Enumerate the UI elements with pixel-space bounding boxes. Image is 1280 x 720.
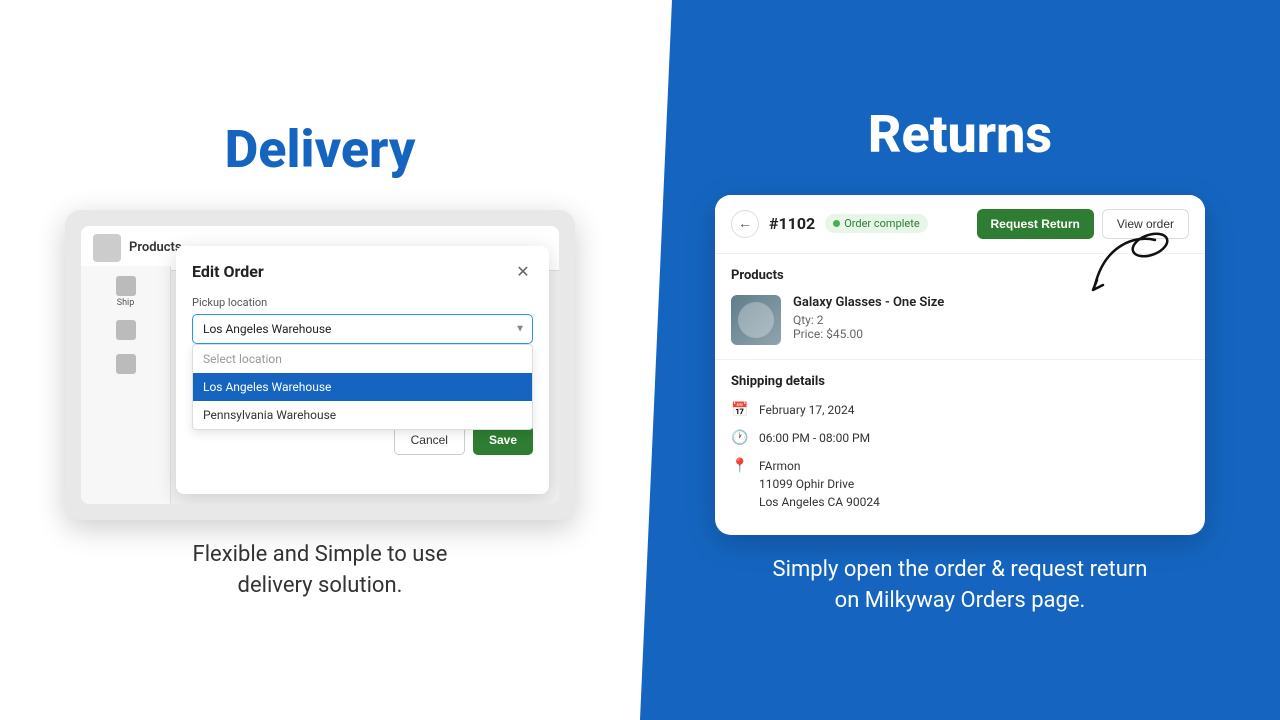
product-name: Galaxy Glasses - One Size bbox=[793, 295, 1189, 310]
shipping-heading: Shipping details bbox=[731, 374, 1189, 389]
shipping-address1: 11099 Ophir Drive bbox=[759, 475, 880, 493]
delivery-title: Delivery bbox=[225, 119, 416, 180]
header-actions: Request Return View order bbox=[977, 209, 1189, 239]
shipping-name: FArmon bbox=[759, 457, 880, 475]
right-panel: Returns ← #1102 Order complete Request R… bbox=[640, 0, 1280, 720]
shipping-date-row: 📅 February 17, 2024 bbox=[731, 401, 1189, 419]
shipping-address-row: 📍 FArmon 11099 Ophir Drive Los Angeles C… bbox=[731, 457, 1189, 511]
sidebar-item-2 bbox=[116, 320, 136, 342]
products-label: Products bbox=[129, 240, 182, 255]
delivery-desc-line2: delivery solution. bbox=[238, 573, 403, 598]
order-card: ← #1102 Order complete Request Return Vi… bbox=[715, 195, 1205, 535]
close-button[interactable]: ✕ bbox=[513, 262, 533, 282]
back-arrow-icon: ← bbox=[738, 215, 752, 232]
ship-icon bbox=[116, 276, 136, 296]
products-thumb bbox=[93, 234, 121, 262]
delivery-desc: Flexible and Simple to use delivery solu… bbox=[193, 540, 448, 602]
left-panel: Delivery Products Ship bbox=[0, 0, 640, 720]
status-text: Order complete bbox=[844, 217, 919, 230]
dropdown-item-pa[interactable]: Pennsylvania Warehouse bbox=[193, 401, 532, 429]
sidebar-icon-2 bbox=[116, 320, 136, 340]
pickup-label: Pickup location bbox=[192, 296, 533, 309]
status-dot-icon bbox=[833, 220, 840, 227]
delivery-desc-line1: Flexible and Simple to use bbox=[193, 542, 448, 567]
dropdown-item-la[interactable]: Los Angeles Warehouse bbox=[193, 373, 532, 401]
returns-desc-line2: on Milkyway Orders page. bbox=[835, 588, 1086, 613]
request-return-button[interactable]: Request Return bbox=[977, 209, 1094, 239]
sidebar-icon-3 bbox=[116, 354, 136, 374]
shipping-time-row: 🕐 06:00 PM - 08:00 PM bbox=[731, 429, 1189, 447]
edit-order-modal: Edit Order ✕ Pickup location Los Angeles… bbox=[176, 246, 549, 494]
products-heading: Products bbox=[731, 268, 1189, 283]
shipping-date: February 17, 2024 bbox=[759, 401, 854, 419]
shipping-section: Shipping details 📅 February 17, 2024 🕐 0… bbox=[715, 360, 1205, 535]
product-price: Price: $45.00 bbox=[793, 327, 1189, 341]
dropdown-item-placeholder[interactable]: Select location bbox=[193, 345, 532, 373]
calendar-icon: 📅 bbox=[731, 402, 749, 418]
modal-header: Edit Order ✕ bbox=[192, 262, 533, 282]
order-number: #1102 bbox=[769, 214, 815, 233]
shipping-time: 06:00 PM - 08:00 PM bbox=[759, 429, 870, 447]
pickup-dropdown: Select location Los Angeles Warehouse Pe… bbox=[192, 344, 533, 430]
view-order-button[interactable]: View order bbox=[1102, 209, 1189, 239]
order-header: ← #1102 Order complete Request Return Vi… bbox=[715, 195, 1205, 254]
tablet-sidebar: Ship bbox=[81, 266, 171, 504]
product-info: Galaxy Glasses - One Size Qty: 2 Price: … bbox=[793, 295, 1189, 341]
product-img-inner bbox=[738, 302, 774, 338]
returns-title: Returns bbox=[868, 104, 1052, 165]
sidebar-ship-label: Ship bbox=[116, 298, 136, 308]
pickup-select[interactable]: Los Angeles Warehouse bbox=[192, 314, 533, 344]
tablet-mockup: Products Ship Edit Order ✕ bbox=[65, 210, 575, 520]
modal-title: Edit Order bbox=[192, 262, 264, 281]
order-card-container: ← #1102 Order complete Request Return Vi… bbox=[715, 195, 1205, 535]
product-row: Galaxy Glasses - One Size Qty: 2 Price: … bbox=[731, 295, 1189, 345]
pickup-select-wrapper: Los Angeles Warehouse ▼ Select location … bbox=[192, 314, 533, 344]
shipping-address: FArmon 11099 Ophir Drive Los Angeles CA … bbox=[759, 457, 880, 511]
products-section: Products Galaxy Glasses - One Size Qty: … bbox=[715, 254, 1205, 360]
back-button[interactable]: ← bbox=[731, 210, 759, 238]
shipping-address2: Los Angeles CA 90024 bbox=[759, 493, 880, 511]
tablet-inner: Products Ship Edit Order ✕ bbox=[81, 226, 559, 504]
product-qty: Qty: 2 bbox=[793, 313, 1189, 327]
sidebar-item-ship: Ship bbox=[116, 276, 136, 308]
location-icon: 📍 bbox=[731, 458, 749, 474]
product-image bbox=[731, 295, 781, 345]
returns-desc-line1: Simply open the order & request return bbox=[773, 557, 1148, 582]
returns-desc: Simply open the order & request return o… bbox=[773, 555, 1148, 617]
clock-icon: 🕐 bbox=[731, 430, 749, 446]
sidebar-item-3 bbox=[116, 354, 136, 376]
status-badge: Order complete bbox=[825, 214, 927, 233]
